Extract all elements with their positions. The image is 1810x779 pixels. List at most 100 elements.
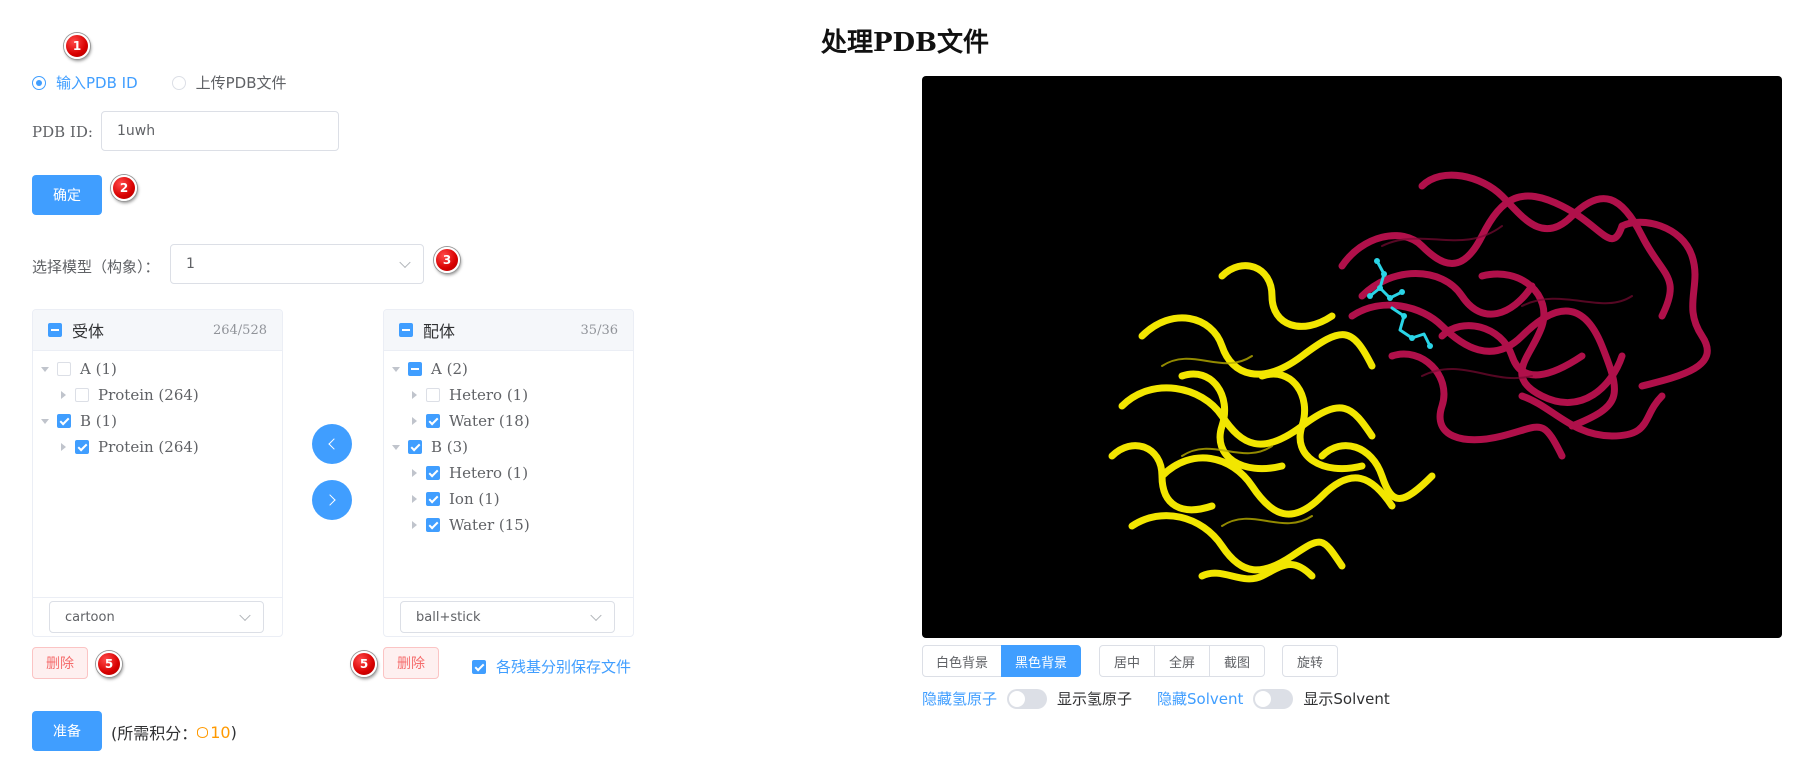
- tree-node-receptor-b[interactable]: B (1): [41, 412, 117, 430]
- tree-checkbox[interactable]: [75, 388, 89, 402]
- chain-a-ribbon: [1108, 262, 1436, 583]
- tree-node-receptor-a-protein[interactable]: Protein (264): [59, 386, 199, 404]
- tree-checkbox[interactable]: [426, 414, 440, 428]
- solvent-switch-row: 隐藏Solvent 显示Solvent: [1157, 688, 1390, 709]
- ligand-select-all-checkbox[interactable]: [399, 323, 413, 337]
- model-select[interactable]: 1: [170, 244, 424, 284]
- step-marker-5-ligand: 5: [351, 651, 377, 677]
- tree-node-ligand-b[interactable]: B (3): [392, 438, 468, 456]
- save-each-residue-checkbox[interactable]: [472, 659, 486, 674]
- tree-node-ligand-b-ion[interactable]: Ion (1): [410, 490, 500, 508]
- save-each-residue-label: 各残基分别保存文件: [496, 658, 632, 676]
- tree-node-ligand-b-hetero[interactable]: Hetero (1): [410, 464, 528, 482]
- ligand-panel-header: 配体 35/36: [384, 310, 633, 351]
- tree-checkbox[interactable]: [426, 466, 440, 480]
- tree-checkbox[interactable]: [426, 388, 440, 402]
- chevron-down-icon: [399, 256, 411, 269]
- receptor-panel-footer: cartoon: [33, 597, 282, 636]
- ligand-panel: 配体 35/36 A (2) Hetero (1) Water (18) B (…: [383, 309, 634, 637]
- page-title: 处理PDB文件: [820, 28, 990, 58]
- screenshot-button[interactable]: 截图: [1209, 645, 1265, 677]
- tree-node-label: Hetero (1): [449, 464, 529, 482]
- background-button-group: 白色背景 黑色背景: [922, 645, 1081, 677]
- tree-node-ligand-a[interactable]: A (2): [392, 360, 468, 378]
- step-marker-1: 1: [64, 33, 90, 59]
- receptor-panel-title: 受体: [72, 322, 105, 341]
- tree-node-receptor-b-protein[interactable]: Protein (264): [59, 438, 199, 456]
- tree-node-ligand-a-water[interactable]: Water (18): [410, 412, 530, 430]
- fullscreen-button[interactable]: 全屏: [1154, 645, 1210, 677]
- rotate-button-group: 旋转: [1282, 645, 1338, 677]
- caret-right-icon[interactable]: [412, 495, 417, 503]
- tree-checkbox[interactable]: [426, 492, 440, 506]
- save-each-residue-option[interactable]: 各残基分别保存文件: [472, 656, 631, 677]
- white-background-button[interactable]: 白色背景: [922, 645, 1002, 677]
- transfer-right-button[interactable]: [312, 480, 352, 520]
- tree-checkbox[interactable]: [57, 362, 71, 376]
- receptor-panel-header: 受体 264/528: [33, 310, 282, 351]
- radio-indicator[interactable]: [171, 75, 186, 90]
- radio-upload-pdb-file[interactable]: 上传PDB文件: [171, 72, 287, 93]
- tree-checkbox[interactable]: [408, 362, 422, 376]
- tree-node-label: Protein (264): [98, 386, 199, 404]
- caret-right-icon[interactable]: [412, 469, 417, 477]
- caret-down-icon[interactable]: [392, 366, 400, 372]
- required-points: (所需积分： 10 ): [111, 720, 237, 744]
- receptor-panel: 受体 264/528 A (1) Protein (264) B (1) Pro…: [32, 309, 283, 637]
- points-amount: 10: [197, 722, 231, 742]
- caret-right-icon[interactable]: [61, 443, 66, 451]
- points-value: 10: [210, 722, 231, 742]
- rotate-button[interactable]: 旋转: [1282, 645, 1338, 677]
- tree-checkbox[interactable]: [75, 440, 89, 454]
- model-select-value: 1: [186, 256, 195, 272]
- ligand-delete-button[interactable]: 删除: [383, 647, 439, 679]
- tree-node-ligand-a-hetero[interactable]: Hetero (1): [410, 386, 528, 404]
- receptor-count: 264/528: [212, 322, 267, 338]
- step-marker-2: 2: [111, 175, 137, 201]
- chevron-left-icon: [328, 438, 340, 450]
- molecule-viewer[interactable]: [922, 76, 1782, 638]
- tree-node-label: B (1): [80, 412, 118, 430]
- receptor-delete-button[interactable]: 删除: [32, 647, 88, 679]
- tree-node-label: A (2): [431, 360, 468, 378]
- confirm-button[interactable]: 确定: [32, 175, 102, 215]
- ligand-style-value: ball+stick: [416, 609, 481, 625]
- black-background-button[interactable]: 黑色背景: [1001, 645, 1081, 677]
- tree-node-receptor-a[interactable]: A (1): [41, 360, 117, 378]
- tree-checkbox[interactable]: [426, 518, 440, 532]
- tree-checkbox[interactable]: [408, 440, 422, 454]
- ligand-panel-footer: ball+stick: [384, 597, 633, 636]
- step-marker-3: 3: [434, 247, 460, 273]
- ligand-style-select[interactable]: ball+stick: [400, 601, 615, 633]
- caret-down-icon[interactable]: [41, 418, 49, 424]
- caret-right-icon[interactable]: [412, 521, 417, 529]
- prepare-button[interactable]: 准备: [32, 711, 102, 751]
- receptor-select-all-checkbox[interactable]: [48, 323, 62, 337]
- caret-right-icon[interactable]: [412, 391, 417, 399]
- center-button[interactable]: 居中: [1099, 645, 1155, 677]
- pdb-id-label: PDB ID:: [32, 123, 93, 141]
- tree-node-label: Protein (264): [98, 438, 199, 456]
- chevron-down-icon: [239, 609, 251, 622]
- hydrogen-toggle[interactable]: [1007, 688, 1048, 709]
- caret-down-icon[interactable]: [392, 444, 400, 450]
- pdb-id-input[interactable]: 1uwh: [101, 111, 339, 151]
- tree-checkbox[interactable]: [57, 414, 71, 428]
- hide-solvent-label: 隐藏Solvent: [1157, 690, 1244, 708]
- tree-node-label: Water (18): [449, 412, 530, 430]
- caret-down-icon[interactable]: [41, 366, 49, 372]
- solvent-toggle[interactable]: [1253, 688, 1294, 709]
- transfer-left-button[interactable]: [312, 424, 352, 464]
- radio-indicator[interactable]: [32, 75, 46, 90]
- points-prefix: (所需积分：: [111, 724, 198, 743]
- step-marker-5-receptor: 5: [96, 651, 122, 677]
- hide-hydrogen-label: 隐藏氢原子: [922, 690, 998, 708]
- protein-structure-image: [1108, 171, 1711, 583]
- radio-input-pdb-id[interactable]: 输入PDB ID: [32, 72, 138, 93]
- tree-node-ligand-b-water[interactable]: Water (15): [410, 516, 530, 534]
- receptor-style-select[interactable]: cartoon: [49, 601, 264, 633]
- caret-right-icon[interactable]: [61, 391, 66, 399]
- caret-right-icon[interactable]: [412, 417, 417, 425]
- receptor-style-value: cartoon: [65, 609, 115, 625]
- chevron-right-icon: [324, 494, 336, 506]
